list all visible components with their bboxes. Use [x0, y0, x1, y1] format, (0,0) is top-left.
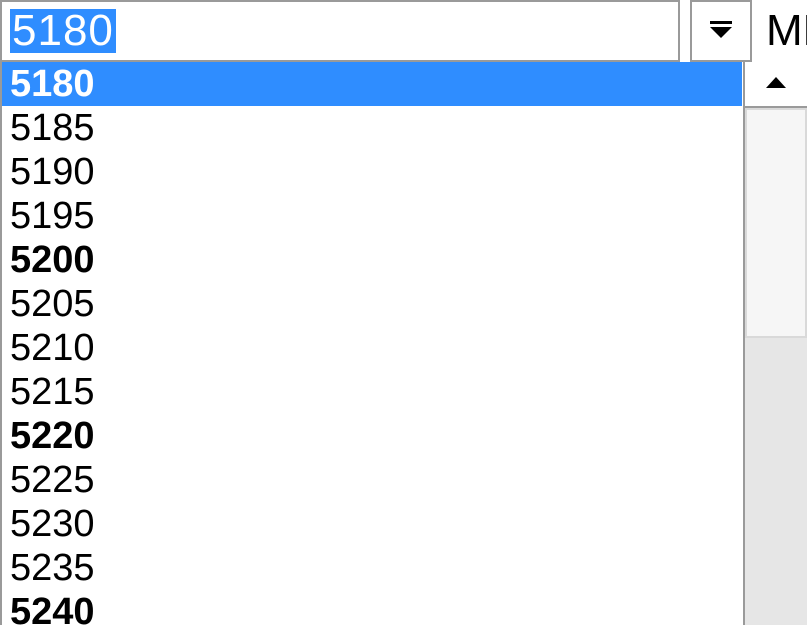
- scroll-up-button[interactable]: [745, 62, 807, 108]
- list-item[interactable]: 5225: [2, 458, 742, 502]
- list-item[interactable]: 5235: [2, 546, 742, 590]
- frequency-combobox-root: 5180 MH 51805185519051955200520552105215…: [0, 0, 807, 625]
- list-item[interactable]: 5205: [2, 282, 742, 326]
- list-item[interactable]: 5210: [2, 326, 742, 370]
- list-item[interactable]: 5185: [2, 106, 742, 150]
- frequency-input[interactable]: 5180: [0, 0, 680, 62]
- vertical-scrollbar[interactable]: [743, 62, 807, 625]
- unit-label: MH: [752, 0, 807, 62]
- dropdown-icon: [706, 19, 736, 44]
- frequency-listbox[interactable]: 5180518551905195520052055210521552205225…: [0, 62, 742, 625]
- scrollbar-track[interactable]: [745, 108, 807, 625]
- list-item[interactable]: 5180: [2, 62, 742, 106]
- list-item[interactable]: 5215: [2, 370, 742, 414]
- dropdown-button[interactable]: [690, 0, 752, 62]
- list-item[interactable]: 5230: [2, 502, 742, 546]
- list-item[interactable]: 5190: [2, 150, 742, 194]
- list-item[interactable]: 5200: [2, 238, 742, 282]
- scrollbar-thumb[interactable]: [745, 108, 807, 338]
- gap: [680, 0, 690, 62]
- list-item[interactable]: 5195: [2, 194, 742, 238]
- combobox-top-row: 5180 MH: [0, 0, 807, 62]
- chevron-up-icon: [763, 74, 789, 95]
- list-item[interactable]: 5240: [2, 590, 742, 625]
- list-item[interactable]: 5220: [2, 414, 742, 458]
- dropdown-body: 5180518551905195520052055210521552205225…: [0, 62, 807, 625]
- frequency-input-value: 5180: [10, 9, 116, 53]
